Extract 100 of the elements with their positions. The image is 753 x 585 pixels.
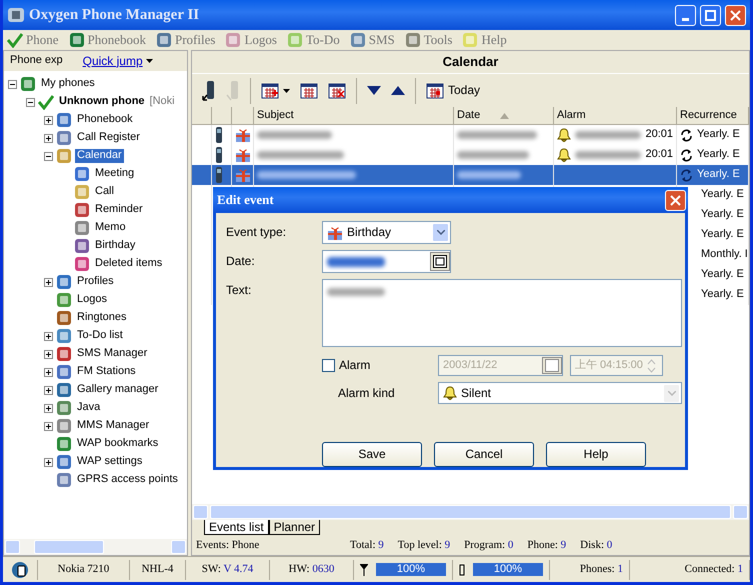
dialog-button[interactable]: Cancel — [434, 442, 534, 467]
expand-toggle-icon[interactable] — [44, 152, 53, 160]
menu-item[interactable]: Logos — [225, 32, 277, 48]
tree-item[interactable]: Gallery manager — [75, 383, 160, 397]
checkmark-icon — [38, 94, 54, 110]
expand-toggle-icon[interactable] — [44, 368, 53, 376]
toolbar-button[interactable] — [367, 86, 381, 95]
tree-item[interactable]: My phones — [39, 77, 97, 91]
app-icon — [56, 418, 72, 434]
tree-item[interactable]: Ringtones — [75, 311, 129, 325]
alarm-kind-dropdown[interactable]: Silent — [438, 382, 682, 404]
minimize-button[interactable] — [675, 4, 696, 26]
menu-item[interactable]: Help — [462, 32, 507, 48]
recurrence-icon — [680, 128, 693, 142]
expand-toggle-icon[interactable] — [44, 422, 53, 430]
field-label: Event type: — [226, 224, 288, 240]
toolbar-button[interactable] — [261, 82, 290, 98]
app-logo-icon — [7, 6, 25, 24]
column-header[interactable]: Subject — [254, 107, 454, 125]
close-icon — [670, 194, 681, 206]
menu-item[interactable]: To-Do — [286, 32, 340, 48]
maximize-button[interactable] — [700, 4, 721, 26]
tree-item[interactable]: Deleted items — [93, 257, 164, 271]
tree-item[interactable]: WAP settings — [75, 455, 144, 469]
column-header[interactable]: Alarm — [554, 107, 677, 125]
tree-item[interactable]: Meeting — [93, 167, 136, 181]
table-cell: Yearly. E — [697, 128, 740, 142]
table-row[interactable]: Yearly. E — [192, 165, 749, 185]
toolbar-button[interactable] — [391, 86, 405, 95]
column-header[interactable]: Recurrence — [677, 107, 749, 125]
tree-item[interactable]: WAP bookmarks — [75, 437, 160, 451]
app-icon — [56, 346, 72, 362]
expand-toggle-icon[interactable] — [44, 332, 53, 340]
expand-toggle-icon[interactable] — [44, 386, 53, 394]
toolbar-button[interactable] — [328, 82, 346, 98]
chevron-down-icon — [668, 390, 676, 396]
tree-item[interactable]: FM Stations — [75, 365, 138, 379]
dialog-button[interactable]: Help — [546, 442, 646, 467]
app-icon — [74, 256, 90, 272]
menu-item[interactable]: Tools — [404, 32, 452, 48]
caret-icon — [146, 58, 153, 63]
field-label: Text: — [226, 282, 252, 298]
event-type-dropdown[interactable]: Birthday — [322, 221, 451, 244]
table-cell: Yearly. E — [701, 208, 744, 222]
toolbar-button[interactable] — [300, 82, 318, 98]
menu-item[interactable]: Phone — [7, 32, 58, 48]
horizontal-scrollbar[interactable] — [192, 504, 749, 520]
expand-toggle-icon[interactable] — [44, 458, 53, 466]
tree-item[interactable]: Calendar — [75, 149, 124, 163]
close-button[interactable] — [665, 190, 686, 210]
arrow-down-icon — [367, 86, 381, 95]
blurred-text — [575, 131, 642, 139]
table-cell: Yearly. E — [701, 288, 744, 302]
tree-item[interactable]: Reminder — [93, 203, 145, 217]
table-cell: Yearly. E — [701, 188, 744, 202]
quick-jump-link[interactable]: Quick jump — [82, 54, 153, 68]
app-icon — [56, 274, 72, 290]
tree-item[interactable]: To-Do list — [75, 329, 125, 343]
menu-item[interactable]: Phonebook — [68, 32, 146, 48]
expand-toggle-icon[interactable] — [44, 350, 53, 358]
tree-item[interactable]: Call Register — [75, 131, 142, 145]
gift-icon — [327, 224, 343, 240]
close-button[interactable] — [725, 4, 746, 26]
tree-item[interactable]: Unknown phone — [57, 95, 147, 109]
tab[interactable]: Planner — [268, 520, 320, 536]
status-text: Phones: 1 — [580, 562, 623, 576]
expand-toggle-icon[interactable] — [44, 278, 53, 286]
tree-item[interactable]: MMS Manager — [75, 419, 152, 433]
tree-item[interactable]: Birthday — [93, 239, 138, 253]
expand-toggle-icon[interactable] — [44, 134, 53, 142]
table-cell: Yearly. E — [701, 228, 744, 242]
app-icon — [56, 400, 72, 416]
tree-item[interactable]: GPRS access points — [75, 473, 180, 487]
pane-tab[interactable]: Phone exp — [10, 54, 63, 68]
expand-toggle-icon[interactable] — [26, 98, 35, 106]
menu-item[interactable]: Profiles — [156, 32, 216, 48]
menu-item[interactable]: SMS — [350, 32, 395, 48]
tree-item[interactable]: SMS Manager — [75, 347, 150, 361]
blurred-text — [327, 288, 385, 296]
tree-item[interactable]: Phonebook — [75, 113, 135, 127]
tree-item[interactable]: Memo — [93, 221, 128, 235]
tree-item[interactable]: Call — [93, 185, 116, 199]
expand-toggle-icon[interactable] — [44, 404, 53, 412]
alarm-checkbox[interactable] — [322, 359, 335, 372]
text-area[interactable] — [322, 279, 682, 347]
date-field[interactable] — [322, 250, 451, 273]
tab[interactable]: Events list — [204, 520, 269, 536]
table-row[interactable]: 20:01 Yearly. E — [192, 125, 749, 145]
dialog-button[interactable]: Save — [322, 442, 422, 467]
expand-toggle-icon[interactable] — [8, 80, 17, 88]
toolbar-button[interactable] — [202, 80, 216, 100]
app-icon — [56, 112, 72, 128]
toolbar-button[interactable]: Today — [426, 82, 480, 98]
gift-icon — [235, 167, 251, 183]
expand-toggle-icon[interactable] — [44, 116, 53, 124]
tree-item[interactable]: Logos — [75, 293, 109, 307]
tree-item[interactable]: Java — [75, 401, 102, 415]
horizontal-scrollbar[interactable] — [4, 539, 187, 555]
column-header[interactable]: Date — [454, 107, 554, 125]
tree-item[interactable]: Profiles — [75, 275, 116, 289]
